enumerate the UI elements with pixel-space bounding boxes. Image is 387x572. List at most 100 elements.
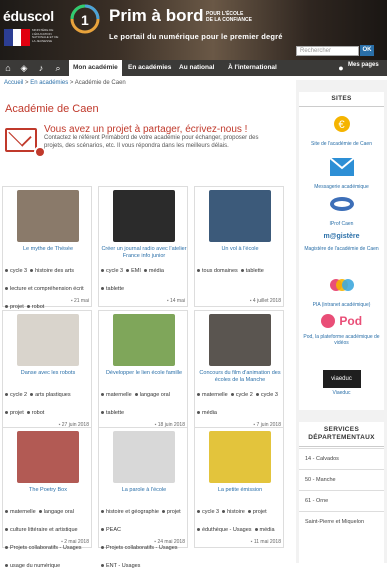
project-tag[interactable]: tous domaines — [197, 268, 238, 274]
project-tag[interactable]: média — [144, 268, 164, 274]
site-messagerie-label: Messagerie académique — [314, 184, 369, 190]
search-input[interactable]: Rechercher — [296, 46, 359, 56]
project-tag[interactable]: cycle 3 — [256, 392, 278, 398]
project-tag[interactable]: tablette — [101, 286, 124, 292]
project-thumbnail[interactable] — [209, 314, 271, 366]
eduscol-logo[interactable]: éduscol — [3, 8, 54, 24]
dep-manche[interactable]: 50 - Manche — [299, 469, 384, 490]
breadcrumb-accueil[interactable]: Accueil — [4, 80, 23, 86]
dep-calvados[interactable]: 14 - Calvados — [299, 448, 384, 469]
academy-logo-icon: € — [333, 116, 350, 132]
project-tag[interactable]: robot — [27, 410, 45, 416]
project-tag[interactable]: culture littéraire et artistique — [5, 527, 78, 533]
project-tag[interactable]: projet — [5, 410, 24, 416]
site-pia[interactable]: PIA (intranet académique) — [299, 275, 384, 308]
project-tag[interactable]: tablette — [241, 268, 264, 274]
project-thumbnail[interactable] — [17, 314, 79, 366]
site-messagerie[interactable]: Messagerie académique — [299, 157, 384, 190]
project-tag[interactable]: lecture et compréhension écrit — [5, 286, 84, 292]
project-tag[interactable]: usage du numérique — [5, 563, 60, 569]
nav-au-national[interactable]: Au national — [175, 60, 218, 76]
project-date: 4 juillet 2018 — [250, 298, 281, 304]
project-card[interactable]: The Poetry Box maternelle langage oral cult… — [2, 427, 92, 569]
project-card[interactable]: Développer le lien école famille maternel… — [98, 310, 188, 431]
project-tag[interactable]: éduthèque - Usages — [197, 527, 252, 533]
project-tag[interactable]: langage oral — [135, 392, 170, 398]
project-thumbnail[interactable] — [209, 431, 271, 483]
project-card[interactable]: Le mythe de Thésée cycle 3 histoire des ar… — [2, 186, 92, 310]
user-icon[interactable]: ● — [335, 62, 347, 74]
tag-icon[interactable]: ◈ — [18, 62, 30, 74]
site-viaeduc-label: Viaeduc — [332, 390, 351, 396]
project-title[interactable]: Le mythe de Thésée — [5, 246, 91, 253]
project-tag[interactable]: maternelle — [5, 509, 36, 515]
project-thumbnail[interactable] — [209, 190, 271, 242]
mes-pages-menu[interactable]: Mes pages — [348, 62, 379, 68]
project-title[interactable]: Créer un journal radio avec l'atelier Fr… — [101, 246, 187, 259]
nav-mon-academie[interactable]: Mon académie — [69, 60, 122, 76]
project-title[interactable]: Danse avec les robots — [5, 370, 91, 377]
microphone-icon[interactable]: ♪ — [35, 62, 47, 74]
project-title[interactable]: Développer le lien école famille — [101, 370, 187, 377]
project-tag[interactable]: ENT - Usages — [101, 563, 140, 569]
project-title[interactable]: Concours du film d'animation des écoles … — [197, 370, 283, 383]
project-card[interactable]: Concours du film d'animation des écoles … — [194, 310, 284, 431]
iprof-icon — [329, 197, 354, 211]
project-tag[interactable]: Projets collaboratifs - Usages — [5, 545, 82, 551]
project-title[interactable]: Un vol à l'école — [197, 246, 283, 253]
project-tag[interactable]: projet — [248, 509, 267, 515]
project-title[interactable]: La petite émission — [197, 487, 283, 494]
nav-en-academies[interactable]: En académies — [124, 60, 175, 76]
project-card[interactable]: Un vol à l'école tous domainestablette 4 j… — [194, 186, 284, 307]
home-icon[interactable]: ⌂ — [2, 62, 14, 74]
project-tag[interactable]: PEAC — [101, 527, 121, 533]
site-pod[interactable]: Pod Pod, la plateforme académique de vid… — [299, 312, 384, 346]
project-card[interactable]: Créer un journal radio avec l'atelier Fr… — [98, 186, 188, 307]
project-tag[interactable]: cycle 2 — [231, 392, 253, 398]
breadcrumb-en-academies[interactable]: En académies — [30, 80, 68, 86]
project-tag[interactable]: arts plastiques — [30, 392, 70, 398]
project-tag[interactable]: cycle 3 — [101, 268, 123, 274]
site-magistere[interactable]: m@gistère Magistère de l'académie de Cae… — [299, 230, 384, 252]
project-tag[interactable]: Projets collaboratifs - Usages — [101, 545, 178, 551]
project-tag[interactable]: EMI — [126, 268, 141, 274]
project-card[interactable]: La petite émission cycle 3 histoire projet é… — [194, 427, 284, 548]
project-thumbnail[interactable] — [113, 314, 175, 366]
project-card[interactable]: La parole à l'école histoire et géographi… — [98, 427, 188, 569]
project-card[interactable]: Danse avec les robots cycle 2 arts plastiq… — [2, 310, 92, 431]
site-academie[interactable]: € Site de l'académie de Caen — [299, 114, 384, 147]
search-button[interactable]: OK — [360, 45, 374, 56]
site-iprof[interactable]: IProf Caen — [299, 194, 384, 227]
project-thumbnail[interactable] — [113, 431, 175, 483]
site-viaeduc[interactable]: viaeduc Viaeduc — [299, 370, 384, 396]
project-tags: cycle 3 EMI média tablette — [101, 259, 187, 295]
project-tag[interactable]: média — [197, 410, 217, 416]
project-tag[interactable]: média — [255, 527, 275, 533]
project-tag[interactable]: cycle 3 — [5, 268, 27, 274]
project-tag[interactable]: maternelle — [197, 392, 228, 398]
contact-pitch[interactable]: Vous avez un projet à partager, écrivez-… — [44, 124, 247, 135]
project-tag[interactable]: tablette — [101, 410, 124, 416]
project-tag[interactable]: histoire et géographie — [101, 509, 159, 515]
search-icon[interactable]: ⌕ — [52, 62, 64, 74]
project-tag[interactable]: histoire — [222, 509, 245, 515]
project-tag[interactable]: histoire des arts — [30, 268, 74, 274]
project-tag[interactable]: maternelle — [101, 392, 132, 398]
project-tag[interactable]: cycle 3 — [197, 509, 219, 515]
dep-saint-pierre[interactable]: Saint-Pierre et Miquelon — [299, 511, 384, 532]
dep-orne[interactable]: 61 - Orne — [299, 490, 384, 511]
project-tags: cycle 3 histoire projet éduthèque - Usages m… — [197, 500, 283, 536]
project-tag[interactable]: langage oral — [39, 509, 74, 515]
sidebar: Sites € Site de l'académie de Caen Messa… — [296, 80, 387, 563]
project-thumbnail[interactable] — [17, 190, 79, 242]
project-thumbnail[interactable] — [113, 190, 175, 242]
portal-tagline: Le portail du numérique pour le premier … — [109, 32, 283, 41]
site-title[interactable]: Prim à bord — [109, 6, 203, 26]
project-title[interactable]: La parole à l'école — [101, 487, 187, 494]
project-tag[interactable]: projet — [162, 509, 181, 515]
project-title[interactable]: The Poetry Box — [5, 487, 91, 494]
project-thumbnail[interactable] — [17, 431, 79, 483]
prim-a-bord-logo-icon: 1 — [70, 4, 100, 34]
project-tag[interactable]: cycle 2 — [5, 392, 27, 398]
nav-international[interactable]: À l'international — [224, 60, 281, 76]
